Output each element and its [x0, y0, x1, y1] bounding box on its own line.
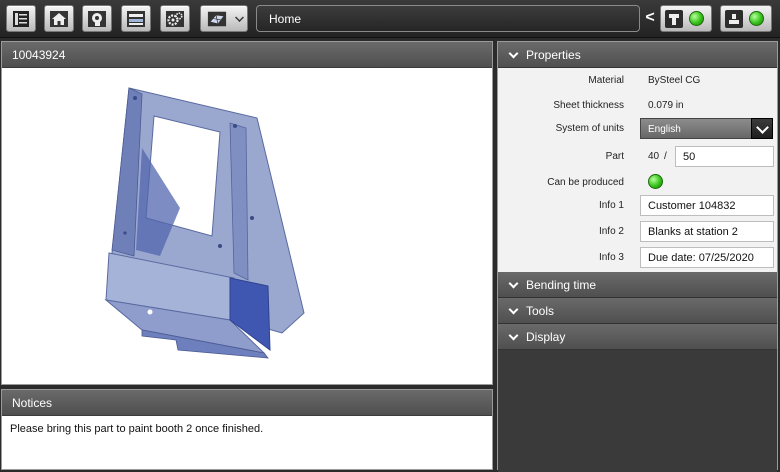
thickness-label: Sheet thickness: [553, 100, 624, 111]
location-field[interactable]: Home: [256, 5, 640, 32]
chevron-down-icon: [508, 304, 519, 314]
tray-icon: [126, 10, 146, 28]
machine-icon: [665, 9, 683, 28]
info2-input[interactable]: Blanks at station 2: [640, 221, 774, 242]
info3-row: Info 3 Due date: 07/25/2020: [498, 247, 777, 269]
part-3d-view[interactable]: [2, 68, 492, 384]
produced-row: Can be produced: [498, 172, 777, 194]
parts-dropdown-button[interactable]: [200, 5, 248, 32]
robot-status-led: [749, 11, 764, 26]
bent-part-model: [104, 87, 305, 359]
chevron-down-icon[interactable]: [751, 118, 773, 139]
info3-label: Info 3: [598, 252, 624, 263]
robot-icon: [725, 9, 743, 28]
robot-status-button[interactable]: [720, 5, 772, 32]
thickness-row: Sheet thickness 0.079 in: [498, 95, 777, 117]
tools-title: Tools: [526, 303, 555, 318]
notices-title: Notices: [2, 390, 492, 416]
material-row: Material BySteel CG: [498, 70, 777, 92]
side-panel: Properties Material BySteel CG Sheet thi…: [497, 41, 778, 472]
chevron-down-icon: [508, 330, 519, 340]
parts-grid-icon: [207, 10, 227, 28]
machine-status-button[interactable]: [660, 5, 712, 32]
info1-row: Info 1 Customer 104832: [498, 195, 777, 217]
machine-status-led: [689, 11, 704, 26]
info2-row: Info 2 Blanks at station 2: [498, 221, 777, 243]
info1-input[interactable]: Customer 104832: [640, 195, 774, 216]
part-row: Part 40 / 50: [498, 146, 777, 168]
notice-message: Please bring this part to paint booth 2 …: [10, 423, 264, 435]
display-header[interactable]: Display: [498, 324, 777, 350]
properties-header[interactable]: Properties: [498, 42, 777, 68]
material-label: Material: [588, 75, 624, 86]
main-toolbar: Home <: [0, 0, 780, 38]
bending-time-header[interactable]: Bending time: [498, 272, 777, 298]
notices-panel: Notices Please bring this part to paint …: [1, 389, 493, 470]
job-list-button[interactable]: [6, 5, 36, 32]
tools-header[interactable]: Tools: [498, 298, 777, 324]
thickness-value: 0.079 in: [648, 100, 684, 111]
side-panel-empty-area: [498, 350, 777, 472]
units-row: System of units English: [498, 118, 777, 140]
produced-status-led: [648, 174, 663, 189]
part-separator: /: [664, 151, 667, 162]
chevron-down-icon: [508, 48, 519, 58]
material-value: BySteel CG: [648, 75, 701, 86]
info2-label: Info 2: [598, 226, 624, 237]
units-value: English: [648, 124, 681, 135]
home-button[interactable]: [44, 5, 74, 32]
chevron-down-icon: [235, 13, 244, 22]
units-select[interactable]: English: [640, 118, 773, 139]
part-number-title: 10043924: [2, 42, 492, 68]
part-label: Part: [605, 151, 624, 162]
display-title: Display: [526, 329, 566, 344]
part-current: 40: [648, 151, 660, 162]
gears-icon: [165, 10, 185, 28]
head-gear-icon: [87, 10, 107, 28]
chevron-left-icon[interactable]: <: [642, 8, 658, 28]
home-icon: [49, 10, 69, 28]
chevron-down-icon: [508, 278, 519, 288]
properties-title: Properties: [526, 47, 581, 62]
info3-input[interactable]: Due date: 07/25/2020: [640, 247, 774, 268]
tray-button[interactable]: [121, 5, 151, 32]
info1-label: Info 1: [598, 200, 624, 211]
properties-section: Material BySteel CG Sheet thickness 0.07…: [498, 68, 777, 272]
produced-label: Can be produced: [547, 177, 624, 188]
setup-button[interactable]: [82, 5, 112, 32]
part-viewer-panel: 10043924: [1, 41, 493, 385]
bending-time-title: Bending time: [526, 277, 597, 292]
settings-button[interactable]: [160, 5, 190, 32]
part-total-input[interactable]: 50: [675, 146, 774, 167]
units-label: System of units: [555, 123, 624, 134]
job-list-icon: [11, 10, 31, 28]
